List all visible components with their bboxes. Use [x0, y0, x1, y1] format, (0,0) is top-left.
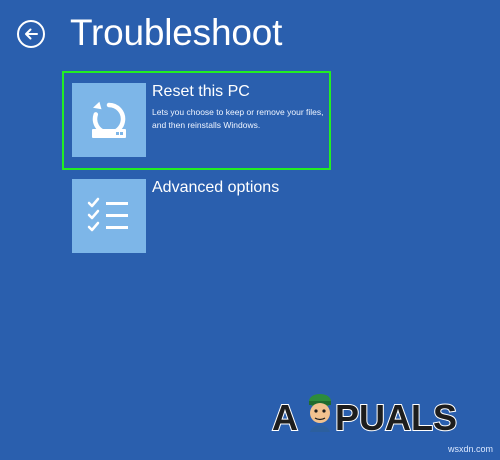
- svg-text:PUALS: PUALS: [335, 397, 457, 438]
- site-watermark: wsxdn.com: [447, 444, 493, 454]
- reset-this-pc-title: Reset this PC: [152, 83, 250, 100]
- back-button[interactable]: [17, 20, 45, 48]
- reset-this-pc-option[interactable]: Reset this PC Lets you choose to keep or…: [62, 71, 331, 170]
- reset-this-pc-description: Lets you choose to keep or remove your f…: [152, 107, 324, 130]
- advanced-options-title: Advanced options: [152, 179, 280, 196]
- reset-pc-icon: [92, 101, 126, 138]
- appuals-watermark-logo: A PUALS: [271, 385, 467, 443]
- checklist-icon: [87, 197, 128, 232]
- troubleshoot-screen: Troubleshoot Reset this PC Lets you choo…: [0, 0, 500, 460]
- page-title: Troubleshoot: [70, 12, 283, 53]
- reset-pc-tile: [72, 83, 146, 157]
- advanced-options-option[interactable]: Advanced options: [72, 179, 330, 267]
- svg-text:A: A: [272, 397, 298, 438]
- back-arrow-icon: [25, 28, 38, 40]
- advanced-options-tile: [72, 179, 146, 253]
